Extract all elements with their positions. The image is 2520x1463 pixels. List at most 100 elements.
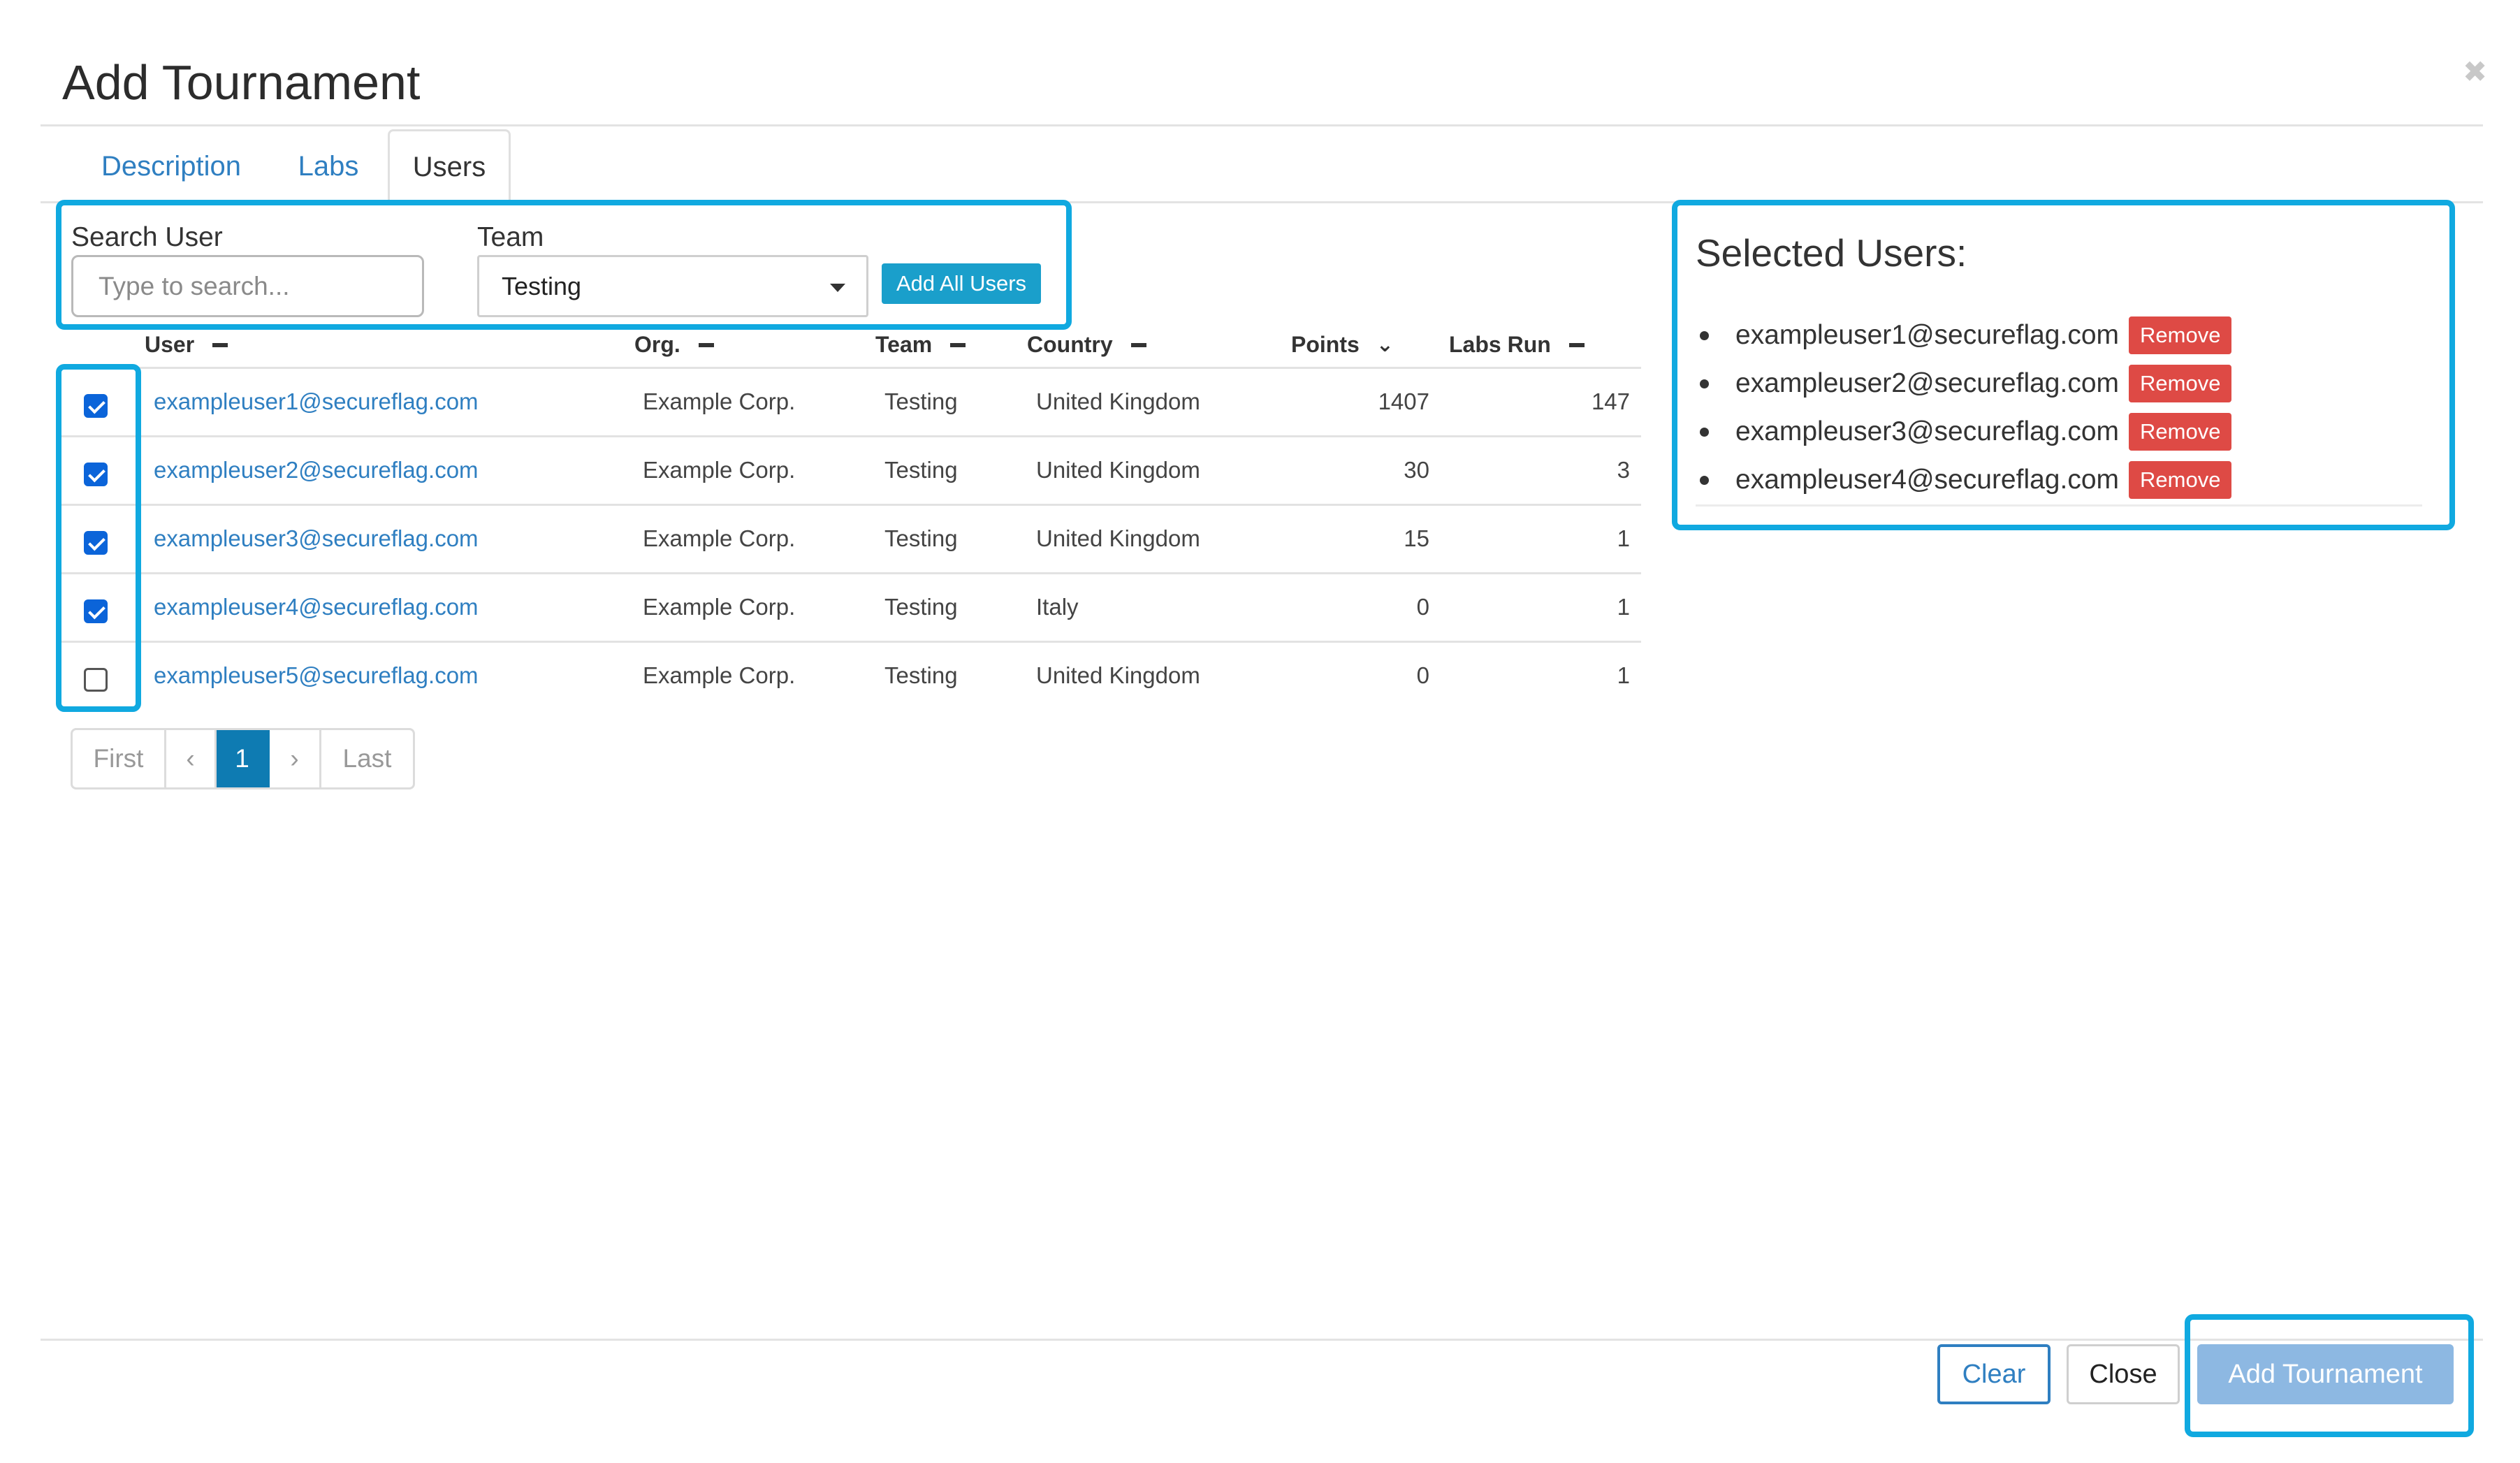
team-select[interactable]: Testing <box>477 255 868 317</box>
table-row: exampleuser2@secureflag.com Example Corp… <box>59 435 1641 504</box>
bullet-icon <box>1700 379 1709 388</box>
close-icon[interactable]: ✖ <box>2463 54 2487 89</box>
tab-divider-right <box>511 201 2483 203</box>
table-row: exampleuser1@secureflag.com Example Corp… <box>59 367 1641 435</box>
column-header-country[interactable]: Country <box>1027 332 1146 358</box>
points-cell: 0 <box>1416 594 1429 620</box>
search-input[interactable] <box>71 255 424 317</box>
team-cell: Testing <box>884 457 958 483</box>
table-row: exampleuser4@secureflag.com Example Corp… <box>59 572 1641 641</box>
bullet-icon <box>1700 475 1709 485</box>
add-all-users-button[interactable]: Add All Users <box>882 263 1041 304</box>
selected-user-email: exampleuser3@secureflag.com <box>1735 416 2120 446</box>
country-cell: Italy <box>1036 594 1079 620</box>
row-checkbox[interactable] <box>84 394 108 418</box>
labs-run-cell: 1 <box>1617 662 1630 688</box>
selected-user-item: exampleuser4@secureflag.com Remove <box>1696 460 2232 500</box>
sort-none-icon[interactable] <box>212 342 228 347</box>
team-select-value: Testing <box>502 271 582 300</box>
country-cell: United Kingdom <box>1036 525 1200 551</box>
pagination: First ‹ 1 › Last <box>71 728 415 789</box>
tab-description[interactable]: Description <box>84 129 258 203</box>
header-divider <box>41 124 2483 126</box>
column-header-org[interactable]: Org. <box>634 332 714 358</box>
points-cell: 0 <box>1416 662 1429 688</box>
selected-user-email: exampleuser1@secureflag.com <box>1735 320 2120 350</box>
org-cell: Example Corp. <box>643 457 796 483</box>
user-email-link[interactable]: exampleuser2@secureflag.com <box>154 457 479 483</box>
labs-run-cell: 1 <box>1617 594 1630 620</box>
sort-none-icon[interactable] <box>950 342 966 347</box>
column-label-org: Org. <box>634 332 680 357</box>
column-header-user[interactable]: User <box>145 332 228 358</box>
modal-title: Add Tournament <box>62 55 421 110</box>
column-label-team: Team <box>875 332 933 357</box>
table-row: exampleuser5@secureflag.com Example Corp… <box>59 641 1641 709</box>
close-button[interactable]: Close <box>2067 1344 2180 1404</box>
org-cell: Example Corp. <box>643 594 796 620</box>
user-email-link[interactable]: exampleuser4@secureflag.com <box>154 594 479 620</box>
org-cell: Example Corp. <box>643 525 796 551</box>
sort-none-icon[interactable] <box>1568 342 1585 347</box>
row-checkbox[interactable] <box>84 599 108 623</box>
selected-users-divider <box>1696 504 2422 507</box>
selected-user-email: exampleuser4@secureflag.com <box>1735 465 2120 495</box>
team-cell: Testing <box>884 525 958 551</box>
caret-down-icon <box>830 284 845 292</box>
column-header-points[interactable]: Points ⌄ <box>1291 332 1394 358</box>
column-label-points: Points <box>1291 332 1360 357</box>
tab-divider-left <box>41 201 388 203</box>
selected-user-item: exampleuser1@secureflag.com Remove <box>1696 316 2232 355</box>
page-current-button[interactable]: 1 <box>217 730 270 787</box>
row-checkbox[interactable] <box>84 463 108 486</box>
footer-divider <box>41 1339 2483 1341</box>
org-cell: Example Corp. <box>643 388 796 414</box>
remove-user-button[interactable]: Remove <box>2129 316 2232 354</box>
page-next-button[interactable]: › <box>270 730 321 787</box>
country-cell: United Kingdom <box>1036 388 1200 414</box>
selected-users-title: Selected Users: <box>1696 231 1967 275</box>
labs-run-cell: 3 <box>1617 457 1630 483</box>
column-label-user: User <box>145 332 195 357</box>
page-first-button[interactable]: First <box>73 730 166 787</box>
country-cell: United Kingdom <box>1036 457 1200 483</box>
remove-user-button[interactable]: Remove <box>2129 461 2232 499</box>
team-cell: Testing <box>884 662 958 688</box>
search-user-label: Search User <box>71 222 223 252</box>
add-tournament-button[interactable]: Add Tournament <box>2197 1344 2454 1404</box>
sort-none-icon[interactable] <box>698 342 714 347</box>
tab-labs[interactable]: Labs <box>279 129 377 203</box>
page-prev-button[interactable]: ‹ <box>166 730 217 787</box>
remove-user-button[interactable]: Remove <box>2129 365 2232 402</box>
user-email-link[interactable]: exampleuser5@secureflag.com <box>154 662 479 689</box>
remove-user-button[interactable]: Remove <box>2129 413 2232 451</box>
team-cell: Testing <box>884 388 958 414</box>
selected-user-item: exampleuser2@secureflag.com Remove <box>1696 364 2232 403</box>
column-header-labs-run[interactable]: Labs Run <box>1449 332 1585 358</box>
table-row: exampleuser3@secureflag.com Example Corp… <box>59 504 1641 572</box>
selected-user-item: exampleuser3@secureflag.com Remove <box>1696 412 2232 451</box>
column-header-team[interactable]: Team <box>875 332 966 358</box>
sort-none-icon[interactable] <box>1130 342 1146 347</box>
tab-users[interactable]: Users <box>388 129 511 203</box>
points-cell: 15 <box>1404 525 1429 551</box>
labs-run-cell: 1 <box>1617 525 1630 551</box>
bullet-icon <box>1700 427 1709 437</box>
points-cell: 30 <box>1404 457 1429 483</box>
column-label-country: Country <box>1027 332 1113 357</box>
page-last-button[interactable]: Last <box>321 730 413 787</box>
org-cell: Example Corp. <box>643 662 796 688</box>
row-checkbox[interactable] <box>84 531 108 555</box>
points-cell: 1407 <box>1378 388 1429 414</box>
bullet-icon <box>1700 330 1709 340</box>
sort-desc-icon[interactable]: ⌄ <box>1376 333 1394 357</box>
user-email-link[interactable]: exampleuser3@secureflag.com <box>154 525 479 552</box>
labs-run-cell: 147 <box>1591 388 1630 414</box>
column-label-labs-run: Labs Run <box>1449 332 1551 357</box>
team-label: Team <box>477 222 544 252</box>
clear-button[interactable]: Clear <box>1937 1344 2051 1404</box>
row-checkbox[interactable] <box>84 668 108 692</box>
team-cell: Testing <box>884 594 958 620</box>
user-email-link[interactable]: exampleuser1@secureflag.com <box>154 388 479 415</box>
country-cell: United Kingdom <box>1036 662 1200 688</box>
